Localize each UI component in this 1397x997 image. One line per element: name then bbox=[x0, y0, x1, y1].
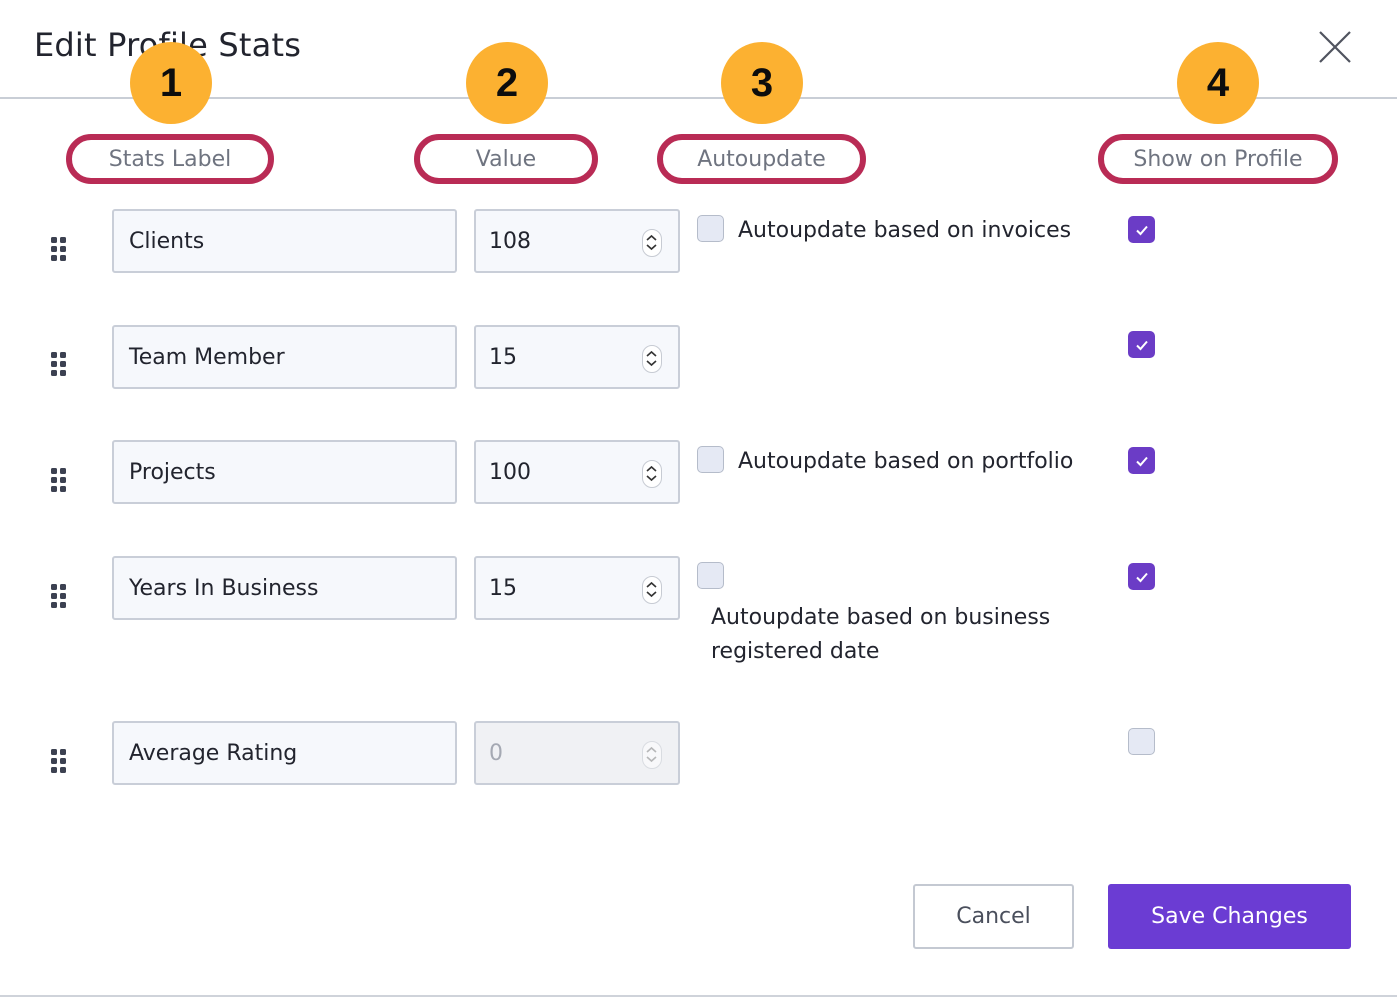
checkmark-icon bbox=[1135, 456, 1148, 466]
number-stepper-icon[interactable] bbox=[642, 576, 662, 604]
save-changes-button[interactable]: Save Changes bbox=[1108, 884, 1351, 949]
cancel-button[interactable]: Cancel bbox=[913, 884, 1074, 949]
annotation-badge-4: 4 bbox=[1177, 42, 1259, 124]
show-on-profile-checkbox[interactable] bbox=[1128, 331, 1155, 358]
stat-value-text: 100 bbox=[489, 459, 531, 485]
stat-value-input[interactable]: 15 bbox=[474, 325, 680, 389]
stat-value-text: 15 bbox=[489, 344, 517, 370]
stat-value-text: 108 bbox=[489, 228, 531, 254]
show-on-profile-checkbox[interactable] bbox=[1128, 563, 1155, 590]
stat-label-input[interactable]: Years In Business bbox=[112, 556, 457, 620]
column-header-show-on-profile: Show on Profile bbox=[1098, 134, 1338, 184]
stat-label-input[interactable]: Team Member bbox=[112, 325, 457, 389]
autoupdate-checkbox[interactable] bbox=[697, 562, 724, 589]
number-stepper-icon[interactable] bbox=[642, 345, 662, 373]
column-header-value: Value bbox=[414, 134, 598, 184]
drag-handle-icon[interactable] bbox=[51, 352, 71, 380]
autoupdate-label-line2: registered date bbox=[711, 639, 880, 664]
autoupdate-checkbox[interactable] bbox=[697, 215, 724, 242]
drag-handle-icon[interactable] bbox=[51, 468, 71, 496]
edit-profile-stats-dialog: Edit Profile Stats Stats Label Value Aut… bbox=[0, 0, 1397, 997]
autoupdate-label: Autoupdate based on invoices bbox=[738, 218, 1072, 243]
autoupdate-label-line1: Autoupdate based on business bbox=[711, 605, 1051, 630]
column-header-stats-label: Stats Label bbox=[66, 134, 274, 184]
show-on-profile-checkbox[interactable] bbox=[1128, 447, 1155, 474]
stat-value-input[interactable]: 15 bbox=[474, 556, 680, 620]
annotation-badge-3: 3 bbox=[721, 42, 803, 124]
checkmark-icon bbox=[1135, 340, 1148, 350]
stat-value-text: 0 bbox=[489, 740, 503, 766]
close-button[interactable] bbox=[1316, 28, 1354, 66]
checkmark-icon bbox=[1135, 572, 1148, 582]
close-icon bbox=[1319, 31, 1351, 63]
stat-label-input[interactable]: Average Rating bbox=[112, 721, 457, 785]
number-stepper-icon[interactable] bbox=[642, 460, 662, 488]
drag-handle-icon[interactable] bbox=[51, 237, 71, 265]
drag-handle-icon[interactable] bbox=[51, 749, 71, 777]
number-stepper-icon bbox=[642, 741, 662, 769]
stat-label-input[interactable]: Projects bbox=[112, 440, 457, 504]
stat-value-text: 15 bbox=[489, 575, 517, 601]
stat-value-input-disabled: 0 bbox=[474, 721, 680, 785]
show-on-profile-checkbox[interactable] bbox=[1128, 216, 1155, 243]
number-stepper-icon[interactable] bbox=[642, 229, 662, 257]
annotation-badge-1: 1 bbox=[130, 42, 212, 124]
show-on-profile-checkbox[interactable] bbox=[1128, 728, 1155, 755]
stat-value-input[interactable]: 100 bbox=[474, 440, 680, 504]
checkmark-icon bbox=[1135, 225, 1148, 235]
stat-label-input[interactable]: Clients bbox=[112, 209, 457, 273]
annotation-badge-2: 2 bbox=[466, 42, 548, 124]
autoupdate-label: Autoupdate based on portfolio bbox=[738, 449, 1074, 474]
stat-value-input[interactable]: 108 bbox=[474, 209, 680, 273]
drag-handle-icon[interactable] bbox=[51, 584, 71, 612]
autoupdate-checkbox[interactable] bbox=[697, 446, 724, 473]
column-header-autoupdate: Autoupdate bbox=[657, 134, 866, 184]
